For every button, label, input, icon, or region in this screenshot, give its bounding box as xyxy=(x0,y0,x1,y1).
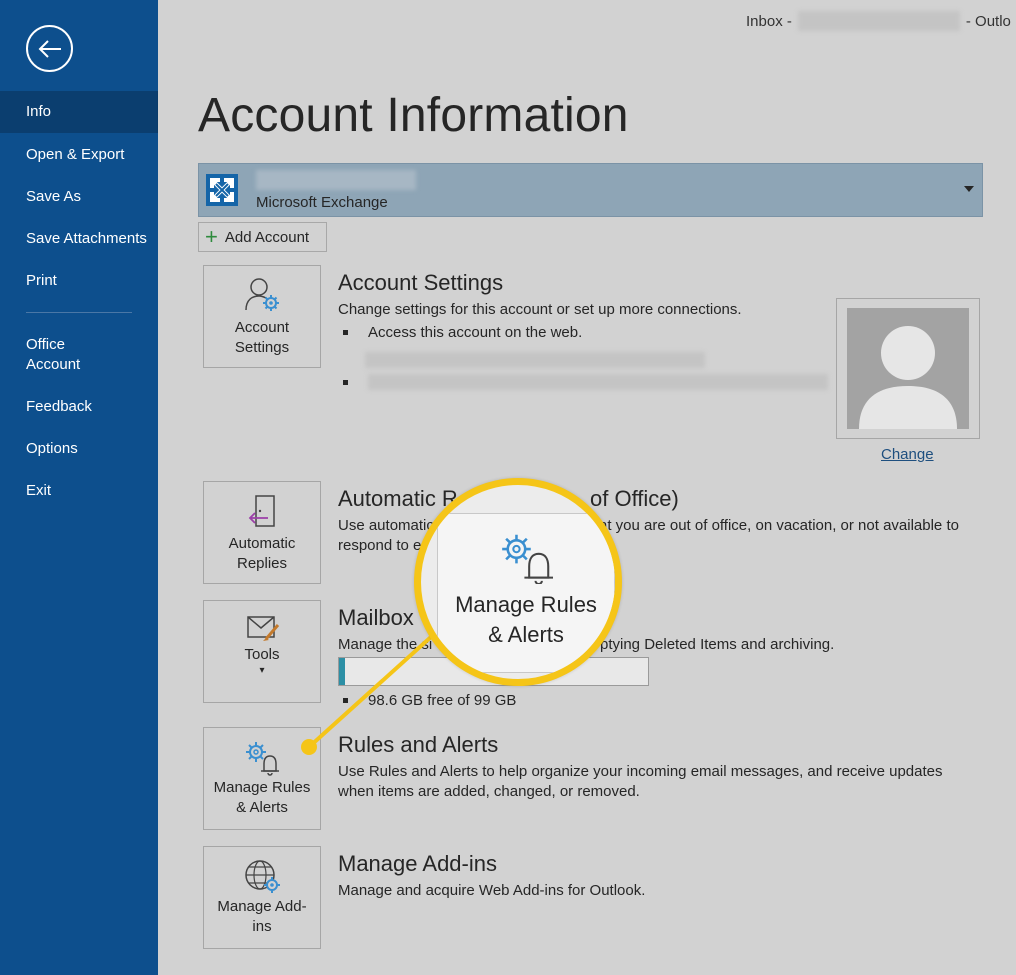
mailbox-usage-bullet: 98.6 GB free of 99 GB xyxy=(343,692,516,709)
manage-addins-tile-label: Manage Add- ins xyxy=(217,898,307,935)
profile-photo-frame xyxy=(836,298,980,439)
mail-tools-icon xyxy=(247,616,280,641)
manage-addins-button[interactable]: Manage Add- ins xyxy=(203,846,321,949)
manage-addins-desc: Manage and acquire Web Add-ins for Outlo… xyxy=(338,882,646,899)
change-photo-link[interactable]: Change xyxy=(881,446,934,463)
sidebar-item-office-account[interactable]: Office Account xyxy=(0,335,158,375)
sidebar-item-save-as[interactable]: Save As xyxy=(0,187,158,207)
sidebar-item-exit[interactable]: Exit xyxy=(0,481,158,501)
manage-rules-alerts-button[interactable]: Manage Rules & Alerts xyxy=(203,727,321,830)
redacted-web-link xyxy=(365,352,705,368)
sidebar-item-save-attachments[interactable]: Save Attachments xyxy=(0,229,158,249)
automatic-replies-desc-a: Use automatic xyxy=(338,517,434,534)
door-arrow-icon xyxy=(248,495,275,527)
tools-chevron-down-icon: ▾ xyxy=(259,665,265,676)
callout-manage-rules-button: Manage Rules & Alerts xyxy=(437,513,615,673)
automatic-replies-desc-b: at you are out of office, on vacation, o… xyxy=(599,517,959,534)
mailbox-desc-b: ptying Deleted Items and archiving. xyxy=(600,636,835,653)
automatic-replies-tile-label: Automatic Replies xyxy=(228,535,296,572)
sidebar-item-info[interactable]: Info xyxy=(0,91,158,133)
mailbox-usage-fill xyxy=(339,658,346,685)
account-settings-icon xyxy=(245,278,279,311)
callout-label-line1: Manage Rules xyxy=(455,592,597,617)
backstage-sidebar: Info Open & Export Save As Save Attachme… xyxy=(0,0,158,975)
account-dropdown[interactable]: Microsoft Exchange xyxy=(198,163,983,217)
redacted-email xyxy=(797,11,960,31)
window-title-prefix: Inbox - xyxy=(746,12,792,30)
person-silhouette-icon xyxy=(859,326,957,429)
sidebar-item-feedback[interactable]: Feedback xyxy=(0,397,158,417)
callout-label-line2: & Alerts xyxy=(488,622,564,647)
page-title: Account Information xyxy=(198,89,629,142)
account-settings-tile-label: Account Settings xyxy=(234,319,290,356)
window-title: Inbox - - Outlo xyxy=(746,11,1011,31)
gear-bell-icon xyxy=(246,742,279,776)
manage-addins-title: Manage Add-ins xyxy=(338,851,497,876)
profile-photo xyxy=(847,308,969,429)
automatic-replies-button[interactable]: Automatic Replies xyxy=(203,481,321,584)
rules-alerts-desc: Use Rules and Alerts to help organize yo… xyxy=(338,763,943,800)
window-title-suffix: - Outlo xyxy=(965,12,1011,30)
account-settings-title: Account Settings xyxy=(338,270,504,295)
mailbox-title: Mailbox xyxy=(338,605,414,630)
manage-rules-tile-label: Manage Rules & Alerts xyxy=(213,779,311,816)
tools-tile-label: Tools xyxy=(244,646,280,663)
back-button[interactable] xyxy=(26,25,73,72)
exchange-icon xyxy=(206,174,238,206)
web-access-text: Access this account on the web. xyxy=(368,324,583,341)
bullet-icon xyxy=(343,330,348,335)
redacted-account-name xyxy=(256,170,416,190)
chevron-down-icon xyxy=(964,186,974,192)
automatic-replies-title: Automatic R xyxy=(338,486,458,511)
sidebar-item-options[interactable]: Options xyxy=(0,439,158,459)
mailbox-usage-label: 98.6 GB free of 99 GB xyxy=(368,692,517,709)
bullet-icon xyxy=(343,379,348,385)
add-account-button[interactable]: + Add Account xyxy=(198,222,327,252)
sidebar-item-print[interactable]: Print xyxy=(0,271,158,291)
rules-alerts-title: Rules and Alerts xyxy=(338,732,499,757)
magnifier-callout: Manage Rules & Alerts xyxy=(414,478,622,686)
sidebar-divider xyxy=(26,312,132,313)
add-account-label: Add Account xyxy=(224,228,310,246)
tools-button[interactable]: Tools ▾ xyxy=(203,600,321,703)
redacted-bullet xyxy=(343,374,828,390)
web-access-bullet: Access this account on the web. xyxy=(343,324,582,341)
plus-icon: + xyxy=(205,224,218,249)
account-type: Microsoft Exchange xyxy=(256,194,388,211)
mailbox-desc-a: Manage the si xyxy=(338,636,433,653)
automatic-replies-title-tail: of Office) xyxy=(590,486,679,511)
redacted-text xyxy=(368,374,828,390)
back-arrow-icon xyxy=(38,39,61,58)
account-settings-button[interactable]: Account Settings xyxy=(203,265,321,368)
bullet-icon xyxy=(343,698,348,703)
sidebar-item-open-export[interactable]: Open & Export xyxy=(0,145,158,165)
callout-gear-bell-icon xyxy=(502,534,553,584)
globe-gear-icon xyxy=(245,860,280,893)
